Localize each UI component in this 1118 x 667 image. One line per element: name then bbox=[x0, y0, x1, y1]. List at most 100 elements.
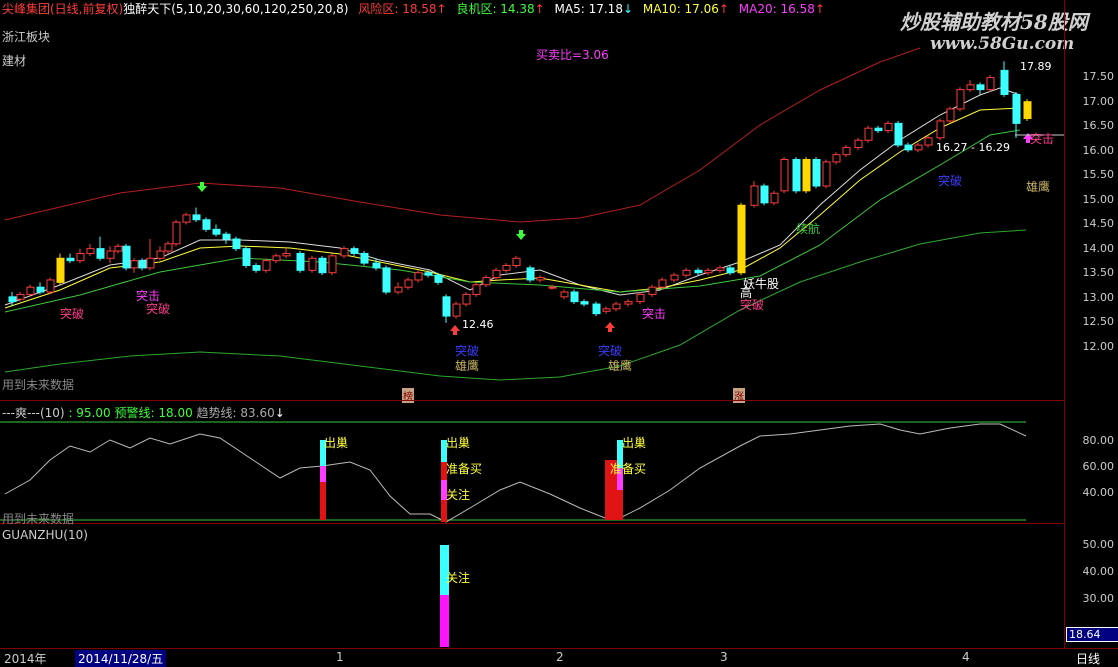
candle-body bbox=[114, 245, 123, 252]
candle-body bbox=[704, 269, 713, 274]
candle-body bbox=[976, 84, 985, 91]
low-price-label: 12.46 bbox=[462, 318, 494, 331]
chart-header: 尖峰集团(日线,前复权)独醉天下(5,10,20,30,60,120,250,2… bbox=[2, 2, 831, 16]
down-arrow-icon bbox=[516, 230, 526, 240]
price-chart[interactable] bbox=[0, 0, 1118, 665]
signal-label: 突破 bbox=[938, 174, 963, 188]
year-label: 2014年 bbox=[4, 652, 47, 666]
candle-body bbox=[8, 296, 17, 303]
candle-body bbox=[864, 127, 873, 141]
up-arrow-icon: ↑ bbox=[718, 2, 729, 16]
candle-body bbox=[472, 284, 481, 295]
candle-body bbox=[894, 122, 903, 146]
sub1-value: : 95.00 bbox=[68, 406, 111, 420]
warning-line-value: 预警线: 18.00 bbox=[114, 406, 193, 420]
industry-label[interactable]: 建材 bbox=[2, 52, 26, 69]
candle-body bbox=[612, 303, 621, 310]
candle-body bbox=[780, 159, 789, 192]
current-price-box: 18.64 bbox=[1066, 627, 1118, 642]
future-data-note: 用到未来数据 bbox=[2, 378, 75, 392]
period-button[interactable]: 日线 bbox=[1076, 650, 1100, 667]
candle-body bbox=[182, 214, 191, 223]
signal-label: 雄鹰 bbox=[1026, 180, 1051, 194]
trend-line-value: 趋势线: 83.60 bbox=[196, 406, 275, 420]
candle-body bbox=[172, 221, 181, 245]
candle-body bbox=[770, 192, 779, 204]
sub1-axis: 80.00 60.00 40.00 bbox=[1064, 401, 1118, 523]
candle-body bbox=[822, 161, 831, 187]
signal-bar bbox=[617, 490, 623, 520]
price-tick: 13.00 bbox=[1082, 290, 1115, 304]
chance-label: 良机区: bbox=[456, 2, 501, 16]
high-price-label: 17.89 bbox=[1020, 60, 1052, 73]
candle-body bbox=[212, 228, 221, 235]
buy-sell-ratio: 买卖比=3.06 bbox=[536, 48, 609, 62]
time-axis[interactable]: 2014年 2014/11/28/五 1 2 3 4 日线 bbox=[0, 648, 1118, 667]
candle-body bbox=[482, 277, 491, 286]
price-tick: 13.50 bbox=[1082, 266, 1115, 279]
stock-title: 尖峰集团(日线,前复权) bbox=[2, 2, 124, 16]
guanzhu-label: 关注 bbox=[446, 571, 471, 585]
candle-body bbox=[202, 219, 211, 230]
candle-body bbox=[1023, 101, 1032, 120]
ma20-value: MA20: 16.58 bbox=[738, 2, 815, 16]
candle-body bbox=[156, 250, 165, 259]
candle-body bbox=[726, 267, 735, 274]
cursor-date[interactable]: 2014/11/28/五 bbox=[75, 650, 167, 667]
price-tick: 15.00 bbox=[1082, 192, 1115, 206]
price-tick: 16.00 bbox=[1082, 143, 1115, 157]
candle-body bbox=[986, 77, 995, 91]
candle-body bbox=[424, 272, 433, 276]
chance-value: 14.38 bbox=[500, 2, 535, 16]
candle-body bbox=[548, 286, 557, 289]
up-arrow-icon bbox=[605, 322, 615, 332]
up-arrow-icon: ↑ bbox=[534, 2, 545, 16]
candle-body bbox=[737, 204, 746, 274]
candle-body bbox=[46, 279, 55, 293]
candle-body bbox=[452, 303, 461, 317]
candle-body bbox=[492, 269, 501, 279]
candle-body bbox=[232, 238, 241, 250]
signal-label: 突破 bbox=[740, 298, 765, 312]
candle-body bbox=[252, 265, 261, 271]
candle-body bbox=[138, 260, 147, 269]
candle-body bbox=[404, 279, 413, 288]
candle-body bbox=[122, 245, 131, 269]
candle-body bbox=[372, 262, 381, 269]
candle-body bbox=[526, 267, 535, 281]
candle-body bbox=[750, 185, 759, 206]
watermark-url: www.58Gu.com bbox=[930, 34, 1075, 54]
signal-label: 续航 bbox=[796, 222, 821, 236]
sub1-tick: 40.00 bbox=[1082, 486, 1115, 499]
price-tick: 12.50 bbox=[1082, 315, 1115, 328]
candle-body bbox=[262, 260, 271, 271]
ma10-value: MA10: 17.06 bbox=[642, 2, 719, 16]
ma5-value: MA5: 17.18 bbox=[554, 2, 623, 16]
candle-body bbox=[812, 159, 821, 187]
candle-body bbox=[560, 291, 569, 298]
month-tick-3: 3 bbox=[720, 650, 728, 664]
panel-divider bbox=[0, 400, 1065, 401]
candle-body bbox=[624, 301, 633, 305]
candle-body bbox=[966, 84, 975, 91]
candle-body bbox=[340, 248, 349, 257]
sub1-header: ---爽---(10) : 95.00 预警线: 18.00 趋势线: 83.6… bbox=[2, 404, 285, 421]
signal-label: 突破 bbox=[60, 307, 85, 321]
risk-label: 风险区: bbox=[358, 2, 403, 16]
signal-label: 突击 bbox=[642, 307, 667, 321]
signal-label: 突击 bbox=[1030, 132, 1055, 146]
sector-label[interactable]: 浙江板块 bbox=[2, 28, 50, 45]
sub2-tick: 40.00 bbox=[1082, 565, 1115, 578]
indicator-title: 独醉天下(5,10,20,30,60,120,250,20,8) bbox=[123, 2, 349, 16]
candle-body bbox=[636, 293, 645, 303]
candle-body bbox=[222, 233, 231, 240]
candle-body bbox=[832, 154, 841, 163]
candle-body bbox=[36, 286, 45, 293]
candle-body bbox=[694, 269, 703, 274]
candle-body bbox=[1000, 69, 1009, 95]
signal-label: 突破 bbox=[146, 302, 171, 316]
up-arrow-icon: ↑ bbox=[814, 2, 825, 16]
candle-body bbox=[536, 277, 545, 281]
candle-body bbox=[658, 279, 667, 288]
sub1-tick: 60.00 bbox=[1082, 460, 1115, 473]
